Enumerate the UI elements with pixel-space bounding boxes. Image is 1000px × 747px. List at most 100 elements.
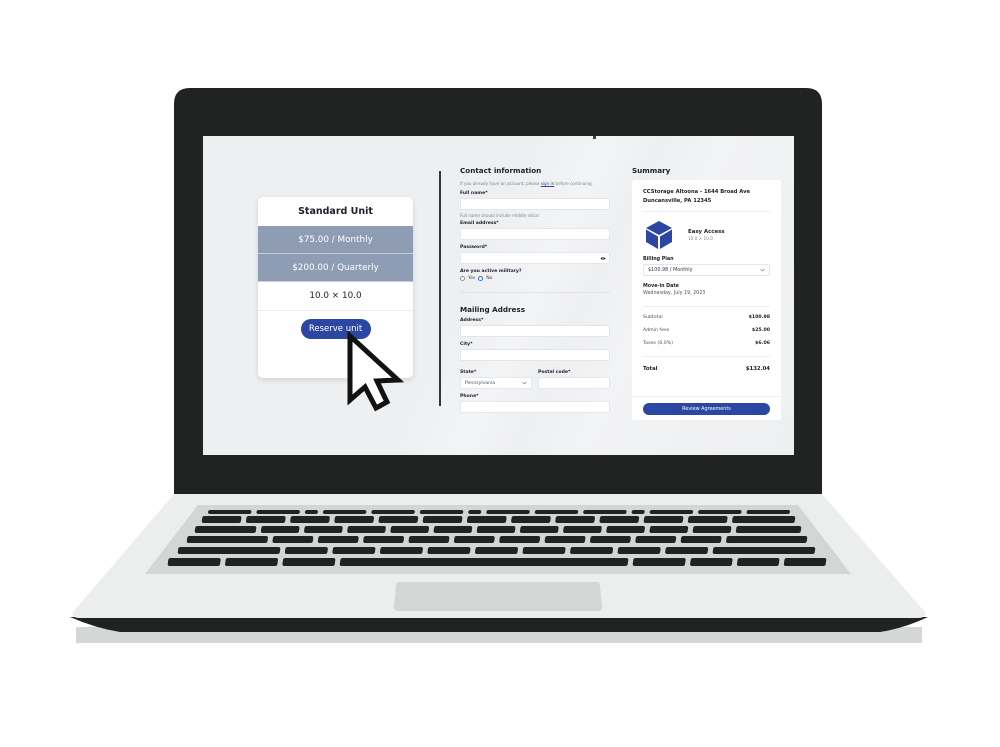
keyboard-key	[422, 516, 463, 523]
phone-input[interactable]	[460, 401, 610, 413]
military-no-radio[interactable]	[478, 276, 484, 281]
state-value: Pennsylvania	[465, 381, 496, 386]
product-name: Easy Access	[688, 228, 725, 235]
summary-line: Admin fees $25.00	[643, 324, 770, 337]
screen: Standard Unit $75.00 / Monthly $200.00 /…	[203, 136, 794, 455]
email-input[interactable]	[460, 228, 610, 240]
keyboard-key	[534, 510, 579, 514]
military-label: Are you active military?	[460, 269, 522, 274]
summary-footer-divider	[632, 396, 781, 397]
keyboard-key	[736, 558, 780, 566]
total-value: $132.04	[745, 366, 770, 372]
keyboard-key	[304, 526, 343, 533]
keyboard-key	[555, 516, 595, 523]
keyboard-key	[272, 536, 314, 543]
keyboard-key	[201, 516, 242, 523]
product-row: Easy Access 10.0 × 10.0	[643, 217, 770, 252]
keyboard-key	[732, 516, 796, 523]
keyboard-key	[332, 547, 376, 554]
keyboard-key	[378, 516, 419, 523]
price-option-quarterly[interactable]: $200.00 / Quarterly	[258, 254, 413, 282]
email-label: Email address*	[460, 221, 499, 226]
city-input[interactable]	[460, 349, 610, 361]
password-label: Password*	[460, 245, 488, 250]
sign-in-link[interactable]: sign in	[541, 181, 555, 186]
unit-title: Standard Unit	[298, 206, 373, 217]
unit-size: 10.0 × 10.0	[258, 282, 413, 311]
keyboard-key	[466, 516, 507, 523]
mailing-heading: Mailing Address	[460, 305, 525, 314]
price-option-monthly[interactable]: $75.00 / Monthly	[258, 226, 413, 254]
keyboard-key	[339, 558, 629, 566]
military-no-label: No	[486, 276, 493, 281]
keyboard-key	[649, 510, 694, 514]
keyboard-key	[167, 558, 221, 566]
summary-line: Subtotal $100.98	[643, 311, 770, 324]
keyboard-key	[468, 510, 482, 514]
keyboard-key	[363, 536, 405, 543]
state-select[interactable]: Pennsylvania	[460, 377, 532, 389]
military-yes-radio[interactable]	[460, 276, 465, 281]
total-row: Total $132.04	[643, 366, 770, 372]
contact-heading: Contact information	[460, 166, 542, 175]
line-value: $25.00	[751, 328, 770, 333]
keyboard-key	[632, 558, 686, 566]
keyboard-key	[617, 547, 661, 554]
full-name-hint: Full name should include middle initial	[460, 213, 539, 218]
chevron-down-icon	[522, 381, 527, 385]
line-value: $100.98	[748, 315, 770, 320]
keyboard-key	[649, 526, 689, 533]
keyboard-key	[379, 547, 423, 554]
camera-notch	[593, 136, 596, 139]
keyboard-key	[334, 516, 374, 523]
facility-address: CCStorage Altoona - 1644 Broad Ave Dunca…	[643, 188, 770, 206]
keyboard-key	[690, 558, 733, 566]
keyboard-key	[177, 547, 281, 554]
line-label: Subtotal	[643, 315, 663, 320]
full-name-input[interactable]	[460, 198, 610, 210]
total-label: Total	[643, 366, 658, 372]
keyboard-key	[519, 526, 559, 533]
keyboard-key	[225, 558, 279, 566]
city-label: City*	[460, 342, 473, 347]
keyboard-key	[635, 536, 677, 543]
keyboard-key	[680, 536, 722, 543]
line-value: $6.06	[755, 341, 770, 346]
keyboard-key	[260, 526, 300, 533]
full-name-label: Full name*	[460, 191, 488, 196]
billing-plan-value: $100.98 / Monthly	[648, 267, 693, 273]
keyboard-key	[783, 558, 827, 566]
keyboard-key	[347, 526, 386, 533]
keyboard-key	[433, 526, 473, 533]
signin-note: If you already have an account, please s…	[460, 181, 610, 186]
keyboard-key	[207, 510, 252, 514]
postal-code-input[interactable]	[538, 377, 610, 389]
keyboard-key	[371, 510, 415, 514]
keyboard-key	[245, 516, 286, 523]
order-summary: Summary CCStorage Altoona - 1644 Broad A…	[632, 166, 782, 420]
address-input[interactable]	[460, 325, 610, 337]
password-input[interactable]	[460, 252, 610, 264]
signin-prefix: If you already have an account, please	[460, 181, 541, 186]
keyboard-key	[290, 516, 330, 523]
keyboard-key	[522, 547, 566, 554]
summary-separator	[643, 211, 770, 212]
billing-plan-select[interactable]: $100.98 / Monthly	[643, 264, 770, 276]
review-agreements-button[interactable]: Review Agreements	[643, 403, 770, 415]
keyboard-key	[427, 547, 471, 554]
address-label: Address*	[460, 318, 484, 323]
keyboard-key	[665, 547, 709, 554]
trackpad	[394, 582, 602, 611]
keyboard-key	[475, 547, 518, 554]
keyboard-key	[726, 536, 808, 543]
summary-line: Taxes (6.0%) $6.06	[643, 337, 770, 350]
eye-icon[interactable]	[600, 256, 606, 261]
summary-separator	[643, 356, 770, 357]
keyboard-key	[322, 510, 367, 514]
phone-label: Phone*	[460, 394, 479, 399]
product-size: 10.0 × 10.0	[688, 235, 713, 241]
keyboard-key	[606, 526, 645, 533]
reserve-unit-button[interactable]: Reserve unit	[300, 319, 371, 339]
keyboard-key	[256, 510, 300, 514]
laptop-base-lip	[70, 617, 928, 632]
